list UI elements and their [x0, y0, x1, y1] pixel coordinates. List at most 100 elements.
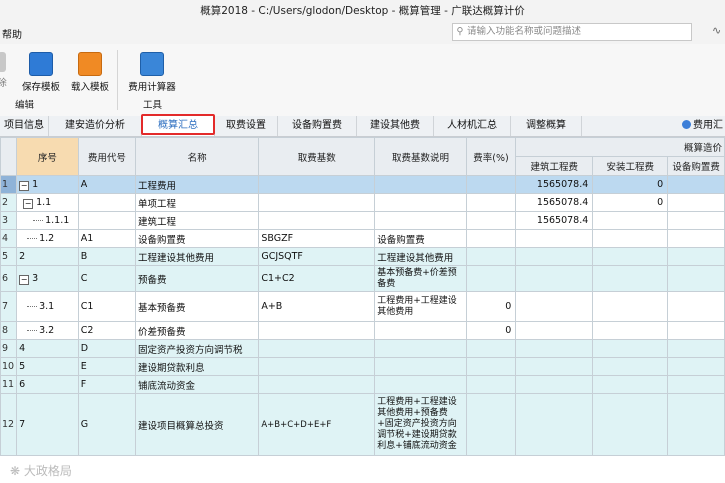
col-base[interactable]: 取费基数 [258, 137, 376, 176]
equipment-cost-cell [667, 357, 725, 376]
table-row[interactable]: 11 6 F 铺底流动资金 [0, 375, 725, 394]
seq-value: 1.2 [39, 233, 55, 244]
tab-other-construction[interactable]: 建设其他费 [357, 116, 434, 136]
table-row[interactable]: 3 1.1.1 建筑工程 1565078.4 [0, 211, 725, 230]
name-cell: 价差预备费 [135, 321, 260, 340]
install-cost-cell: 0 [592, 193, 669, 212]
name-cell: 工程建设其他费用 [135, 247, 260, 266]
search-input[interactable]: ⚲ 请输入功能名称或问题描述 [452, 23, 692, 41]
load-template-button[interactable]: 载入模板 [67, 52, 113, 93]
code-cell [77, 193, 137, 212]
tab-project-info[interactable]: 项目信息 [0, 116, 49, 136]
rate-cell: 0 [465, 291, 517, 322]
row-number: 6 [0, 265, 18, 292]
col-code[interactable]: 费用代号 [77, 137, 137, 176]
table-row[interactable]: 4 1.2 A1 设备购置费 SBGZF 设备购置费 [0, 229, 725, 248]
window-title: 概算2018 - C:/Users/glodon/Desktop - 概算管理 … [0, 0, 725, 22]
table-row[interactable]: 12 7 G 建设项目概算总投资 A+B+C+D+E+F 工程费用+工程建设其他… [0, 393, 725, 456]
table-row[interactable]: 8 3.2 C2 价差预备费 0 [0, 321, 725, 340]
seq-cell: 3.1 [16, 291, 79, 322]
base-cell [258, 357, 376, 376]
rate-cell [465, 393, 517, 456]
row-number: 9 [0, 339, 18, 358]
install-cost-cell [592, 229, 669, 248]
col-name[interactable]: 名称 [135, 137, 260, 176]
seq-value: 1.1.1 [45, 215, 70, 226]
table-row[interactable]: 9 4 D 固定资产投资方向调节税 [0, 339, 725, 358]
base-cell: SBGZF [258, 229, 376, 248]
seq-cell: −3 [16, 265, 79, 292]
building-cost-cell: 1565078.4 [515, 211, 594, 230]
equipment-cost-cell [667, 393, 725, 456]
calculator-button[interactable]: 费用计算器 [124, 52, 180, 93]
col-rate[interactable]: 费率(%) [465, 137, 517, 176]
tab-equipment-cost[interactable]: 设备购置费 [278, 116, 357, 136]
equipment-cost-cell [667, 193, 725, 212]
table-row[interactable]: 6 −3 C 预备费 C1+C2 基本预备费+价差预备费 [0, 265, 725, 292]
desc-cell [374, 321, 467, 340]
base-cell: C1+C2 [258, 265, 376, 292]
rate-cell [465, 357, 517, 376]
table-row[interactable]: 10 5 E 建设期贷款利息 [0, 357, 725, 376]
ribbon: 除 保存模板 载入模板 费用计算器 编辑 工具 [0, 44, 725, 117]
seq-value: 3 [32, 272, 39, 284]
table-row[interactable]: 2 −1.1 单项工程 1565078.4 0 [0, 193, 725, 212]
cloud-icon[interactable]: ∿ [712, 24, 721, 37]
seq-cell: 4 [16, 339, 79, 358]
tab-fee-summary-label: 费用汇 [693, 120, 723, 131]
col-base-desc[interactable]: 取费基数说明 [374, 137, 467, 176]
row-number: 5 [0, 247, 18, 266]
col-install-cost[interactable]: 安装工程费 [592, 156, 669, 176]
tab-fee-settings[interactable]: 取费设置 [215, 116, 278, 136]
tab-adjust-estimate[interactable]: 调整概算 [511, 116, 582, 136]
watermark-text: 大政格局 [23, 464, 72, 478]
collapse-icon[interactable]: − [23, 198, 34, 209]
watermark-icon: ❋ [10, 464, 21, 478]
code-cell: D [77, 339, 137, 358]
building-cost-cell: 1565078.4 [515, 175, 594, 194]
row-number: 4 [0, 229, 18, 248]
install-cost-cell [592, 291, 669, 322]
rate-cell [465, 211, 517, 230]
name-cell: 固定资产投资方向调节税 [135, 339, 260, 358]
tab-fee-summary[interactable]: 费用汇 [682, 116, 723, 136]
install-cost-cell [592, 247, 669, 266]
table-row[interactable]: 7 3.1 C1 基本预备费 A+B 工程费用+工程建设其他费用 0 [0, 291, 725, 322]
table-row[interactable]: 5 2 B 工程建设其他费用 GCJSQTF 工程建设其他费用 [0, 247, 725, 266]
save-template-button[interactable]: 保存模板 [18, 52, 64, 93]
menu-help[interactable]: 帮助 [2, 26, 22, 41]
name-cell: 设备购置费 [135, 229, 260, 248]
load-template-label: 载入模板 [70, 82, 109, 93]
code-cell: E [77, 357, 137, 376]
name-cell: 铺底流动资金 [135, 375, 260, 394]
desc-cell: 设备购置费 [374, 229, 467, 248]
col-equipment-cost[interactable]: 设备购置费 [667, 156, 725, 176]
col-building-cost[interactable]: 建筑工程费 [515, 156, 594, 176]
tab-bar: 项目信息 建安造价分析 概算汇总 取费设置 设备购置费 建设其他费 人材机汇总 … [0, 116, 725, 137]
tree-line [33, 220, 44, 221]
seq-value: 3.1 [39, 301, 55, 312]
desc-cell: 工程费用+工程建设其他费用+预备费+固定资产投资方向调节税+建设期贷款利息+铺底… [374, 393, 467, 456]
row-number: 2 [0, 193, 18, 212]
base-cell [258, 321, 376, 340]
code-cell: C1 [77, 291, 137, 322]
delete-button-partial[interactable]: 除 [0, 52, 8, 89]
col-seq[interactable]: 序号 [16, 137, 79, 176]
equipment-cost-cell [667, 247, 725, 266]
desc-cell [374, 175, 467, 194]
tab-cost-analysis[interactable]: 建安造价分析 [49, 116, 142, 136]
group-edit: 编辑 [15, 100, 35, 111]
ribbon-separator [117, 50, 118, 110]
collapse-icon[interactable]: − [19, 180, 30, 191]
table-row[interactable]: 1 −1 A 工程费用 1565078.4 0 [0, 175, 725, 194]
base-cell: GCJSQTF [258, 247, 376, 266]
code-cell: C2 [77, 321, 137, 340]
collapse-icon[interactable]: − [19, 274, 30, 285]
base-cell: A+B+C+D+E+F [258, 393, 376, 456]
desc-cell: 基本预备费+价差预备费 [374, 265, 467, 292]
tab-labor-material[interactable]: 人材机汇总 [434, 116, 511, 136]
desc-cell [374, 339, 467, 358]
install-cost-cell [592, 321, 669, 340]
row-number: 3 [0, 211, 18, 230]
estimate-table: 序号 费用代号 名称 取费基数 取费基数说明 费率(%) 概算造价 建筑工程费 … [0, 137, 725, 456]
